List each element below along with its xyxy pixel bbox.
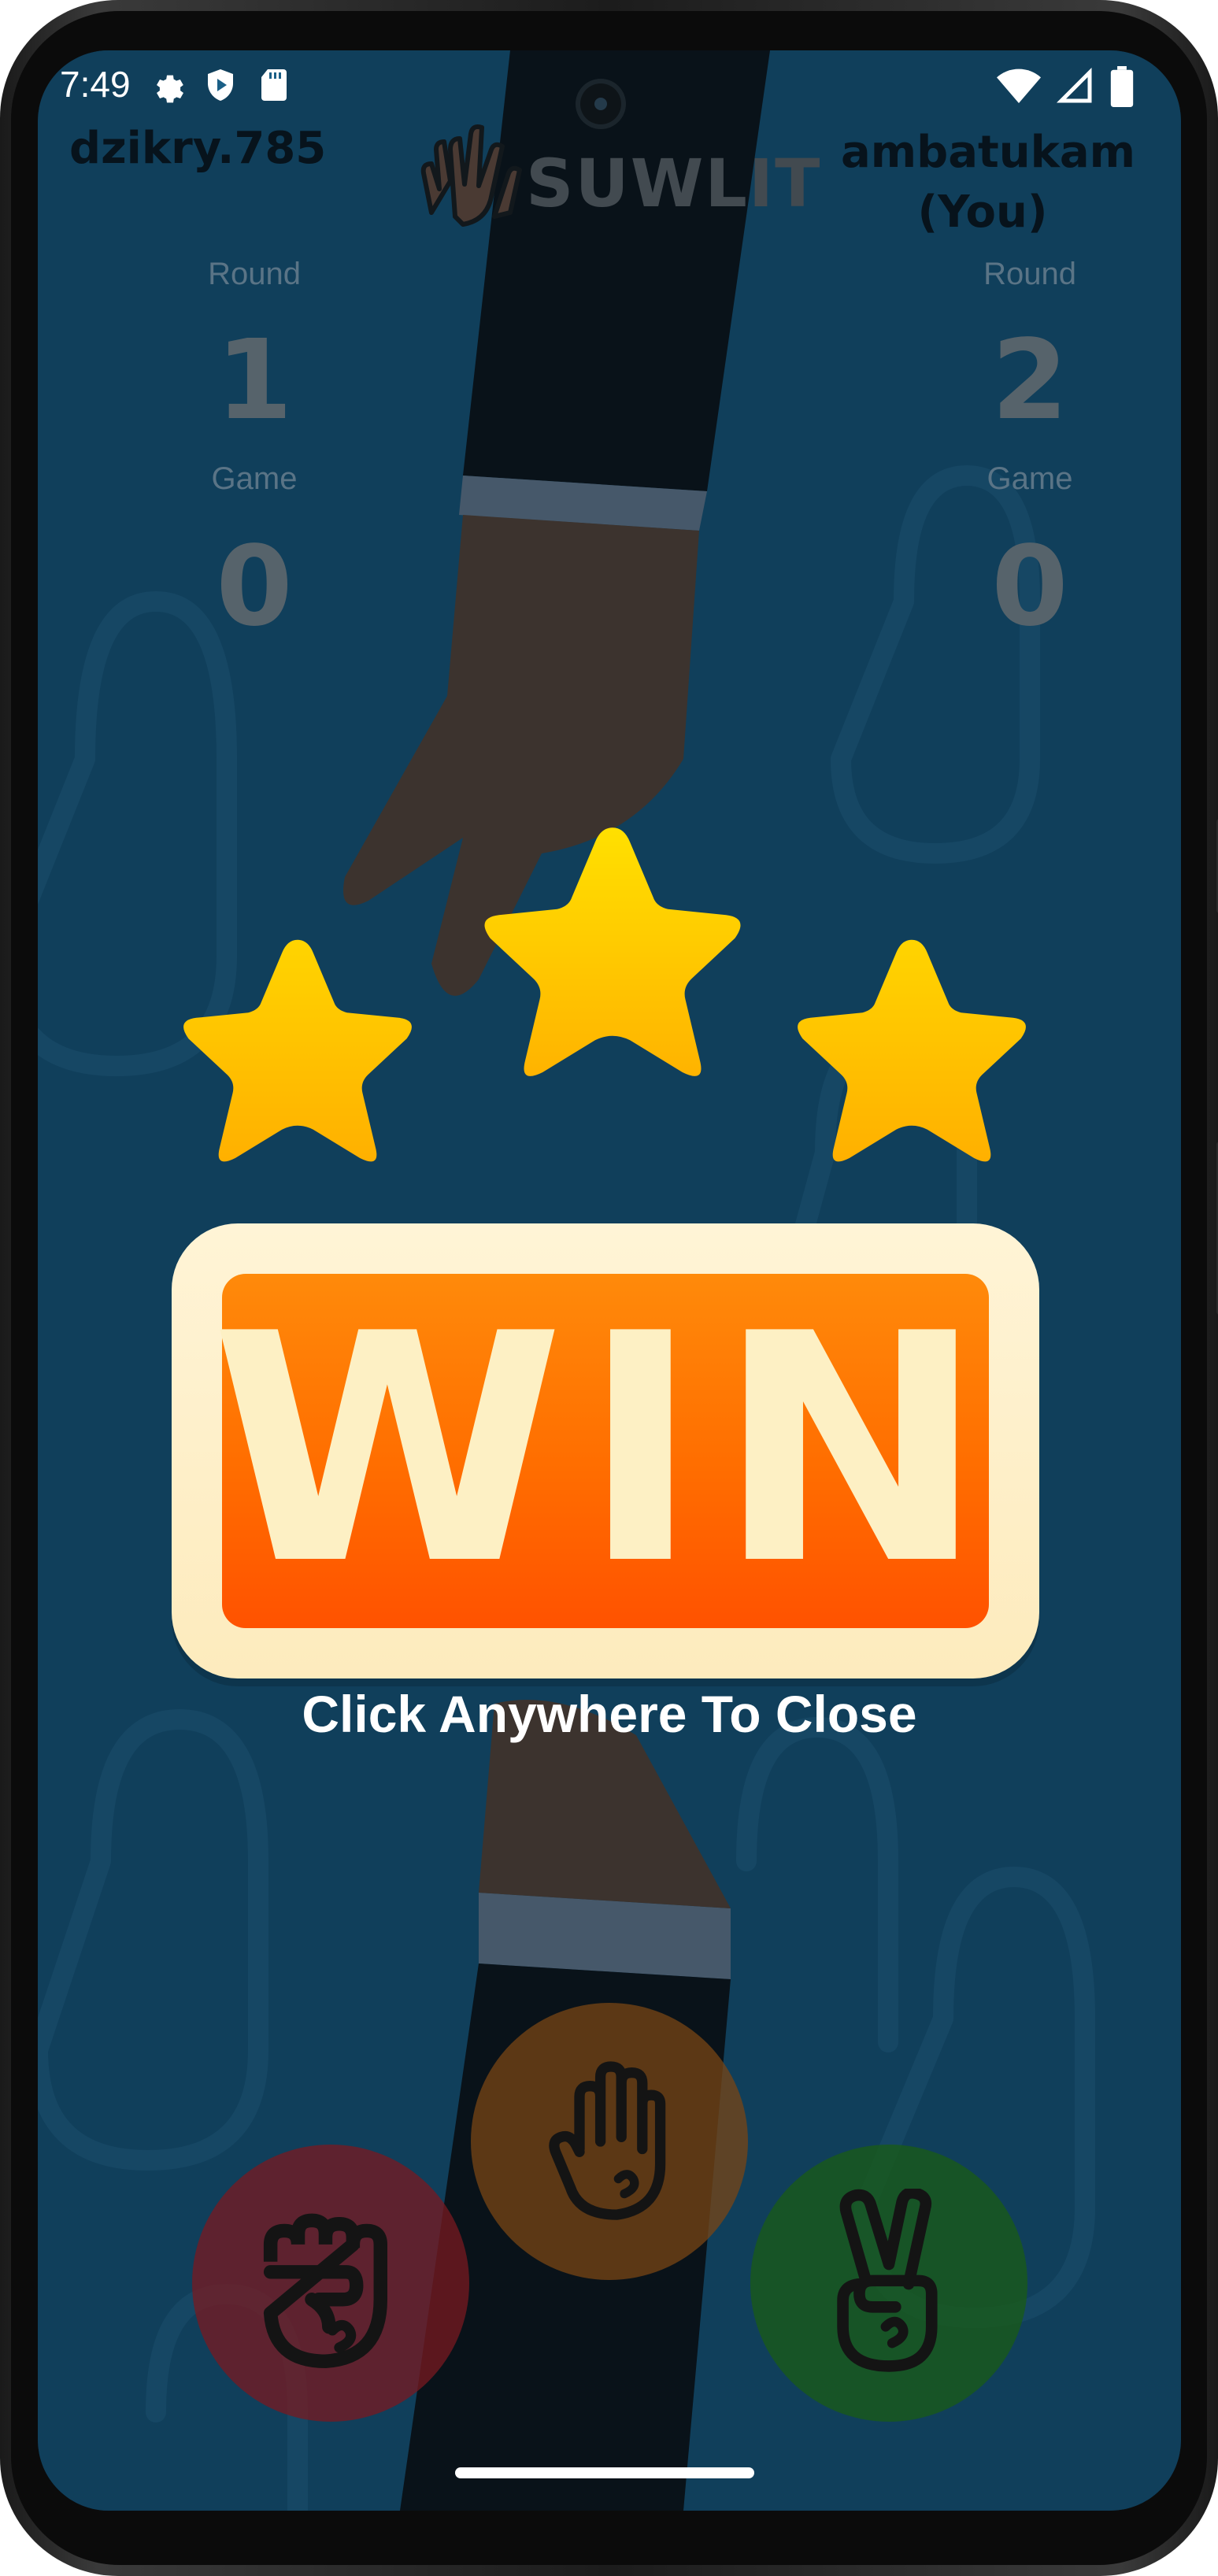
gear-icon: [157, 75, 183, 103]
hands-logo-icon: [420, 124, 522, 227]
fist-icon: [263, 2213, 387, 2368]
opponent-name: dzikry.785: [69, 123, 327, 174]
player-name-block: ambatukam (You): [841, 123, 1136, 242]
logo-text: SUWLIT: [526, 145, 822, 222]
result-text: WIN: [209, 1268, 1001, 1634]
star-icon-left: [183, 939, 412, 1162]
paper-button[interactable]: [471, 2003, 748, 2280]
phone-frame: 7:49 dzikry.785 ambatukam (You) SUWLIT R…: [0, 0, 1218, 2576]
opponent-round-value: 1: [216, 316, 293, 445]
star-icon-right: [798, 939, 1026, 1162]
home-indicator[interactable]: [455, 2467, 754, 2478]
status-icons-left: [148, 66, 293, 104]
player-round-value: 2: [991, 316, 1068, 445]
star-icon-center: [484, 827, 741, 1076]
opponent-game-label: Game: [211, 461, 298, 496]
player-round-label: Round: [983, 257, 1076, 291]
player-game-label: Game: [987, 461, 1073, 496]
app-logo: SUWLIT: [416, 113, 841, 247]
peace-hand-icon: [837, 2189, 938, 2372]
status-icons-right: [997, 66, 1134, 107]
player-tag: (You): [917, 186, 1048, 238]
player-name: ambatukam: [841, 127, 1136, 178]
game-screen[interactable]: 7:49 dzikry.785 ambatukam (You) SUWLIT R…: [38, 50, 1181, 2511]
shield-play-icon: [208, 69, 233, 101]
result-banner: WIN: [172, 1223, 1039, 1678]
scissors-button[interactable]: [750, 2145, 1027, 2422]
status-time: 7:49: [60, 64, 131, 105]
player-game-value: 0: [991, 523, 1068, 651]
result-banner-inner: WIN: [210, 1274, 989, 1628]
battery-icon: [1110, 66, 1134, 107]
rock-button[interactable]: [192, 2145, 469, 2422]
wifi-icon: [997, 68, 1041, 103]
open-hand-icon: [549, 2061, 666, 2220]
sd-card-icon: [261, 69, 287, 101]
cellular-icon: [1057, 68, 1092, 103]
opponent-game-value: 0: [216, 523, 293, 651]
close-hint[interactable]: Click Anywhere To Close: [38, 1684, 1181, 1744]
opponent-round-label: Round: [208, 257, 301, 291]
